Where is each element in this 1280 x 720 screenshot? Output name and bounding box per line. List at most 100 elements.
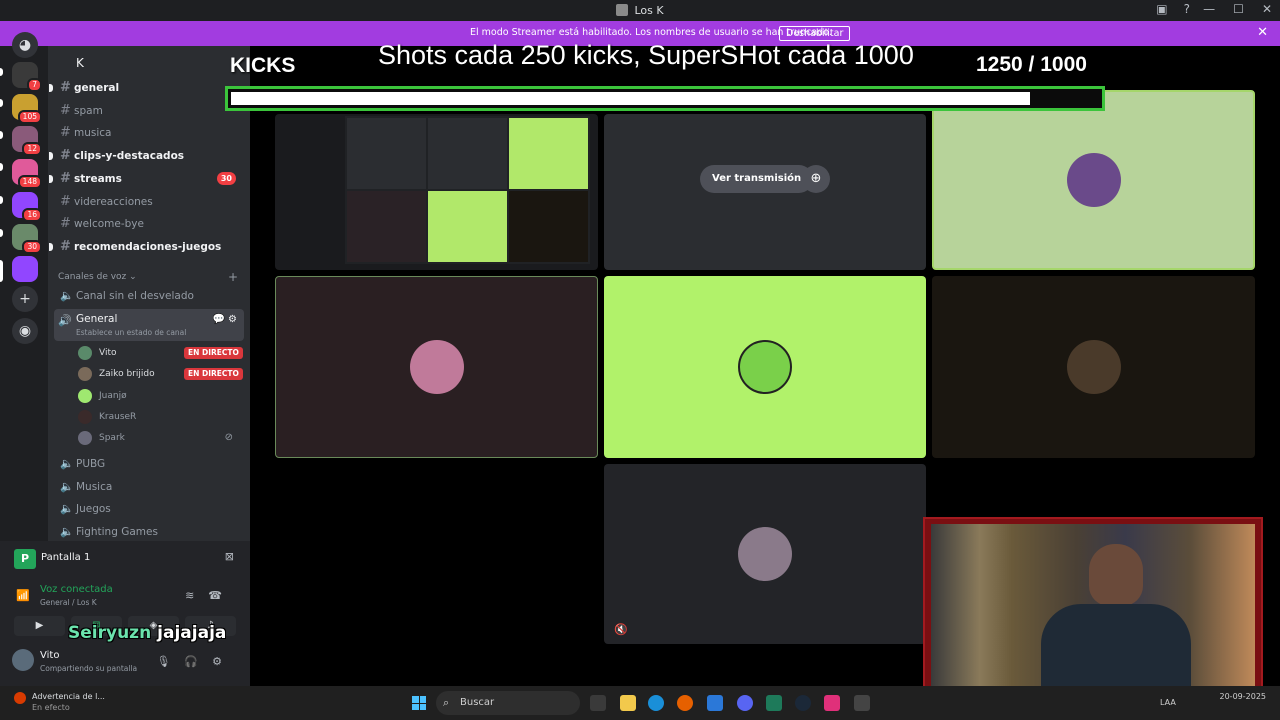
disconnect-icon[interactable]: ☎ bbox=[208, 589, 236, 602]
inbox-icon[interactable]: ▣ bbox=[1156, 2, 1167, 16]
kicks-progress-bar bbox=[225, 86, 1105, 111]
overlay-word-1: Seiryuzn bbox=[68, 623, 152, 643]
participant-tile-5[interactable]: 🔇 bbox=[604, 464, 926, 644]
unread-indicator bbox=[49, 84, 53, 92]
voice-channel-first[interactable]: 🔈 Canal sin el desvelado bbox=[54, 285, 244, 307]
hash-icon: # bbox=[60, 102, 71, 118]
member-name: Zaiko brijido bbox=[99, 369, 155, 380]
voice-status[interactable]: Voz conectada bbox=[40, 584, 113, 595]
voice-channel-musica[interactable]: 🔈 Musica bbox=[54, 476, 244, 498]
warning-notification[interactable]: Advertencia de l... En efecto bbox=[14, 692, 105, 712]
task-view-icon[interactable] bbox=[590, 695, 606, 711]
streamer-hoodie bbox=[1041, 604, 1191, 699]
channel-musica[interactable]: # musica bbox=[54, 122, 244, 143]
speaker-icon: 🔈 bbox=[60, 457, 74, 470]
settings-gear-icon[interactable]: ⚙ bbox=[212, 655, 236, 668]
live-badge[interactable]: EN DIRECTO bbox=[184, 347, 243, 359]
channel-welcome-bye[interactable]: # welcome-bye bbox=[54, 213, 244, 234]
voice-member[interactable]: Vito EN DIRECTO bbox=[78, 343, 243, 363]
channel-streams[interactable]: # streams 30 bbox=[49, 168, 244, 189]
close-banner-icon[interactable]: ✕ bbox=[1257, 25, 1268, 40]
channel-actions[interactable]: 💬⚙ bbox=[213, 314, 240, 325]
avatar bbox=[1066, 153, 1121, 207]
voice-category[interactable]: Canales de voz ⌄ + bbox=[58, 270, 238, 284]
channel-label: recomendaciones-juegos bbox=[74, 240, 222, 253]
close-button[interactable]: ✕ bbox=[1262, 2, 1272, 16]
firefox-icon[interactable] bbox=[677, 695, 693, 711]
banner-title: Shots cada 250 kicks, SuperSHot cada 100… bbox=[378, 40, 914, 70]
microphone-icon[interactable]: 🎙 bbox=[156, 655, 184, 668]
voice-member[interactable]: Spark ⊘ bbox=[78, 428, 243, 448]
obs-icon[interactable] bbox=[824, 695, 840, 711]
clock[interactable]: 20-09-2025 bbox=[1220, 692, 1267, 701]
windows-start-icon[interactable] bbox=[412, 696, 426, 710]
los-k-server-icon[interactable] bbox=[12, 256, 38, 282]
participant-tile-3[interactable] bbox=[604, 276, 926, 458]
speaker-icon: 🔈 bbox=[60, 289, 74, 302]
discord-icon[interactable] bbox=[737, 695, 753, 711]
hash-icon: # bbox=[60, 193, 71, 209]
channel-clips-y-destacados[interactable]: # clips-y-destacados bbox=[49, 145, 244, 166]
server-icon-1[interactable]: 7 bbox=[12, 62, 42, 92]
app-icon[interactable] bbox=[766, 695, 782, 711]
help-icon[interactable]: ? bbox=[1184, 2, 1190, 16]
participant-tile-1[interactable] bbox=[932, 90, 1255, 270]
channel-videreacciones[interactable]: # videreacciones bbox=[54, 191, 244, 212]
channel-label: musica bbox=[74, 127, 112, 140]
add-server-icon[interactable]: + bbox=[12, 286, 38, 312]
voice-channel-general[interactable]: 🔊 General Establece un estado de canal 💬… bbox=[54, 309, 244, 341]
noise-suppression-icon[interactable]: ≋ bbox=[185, 589, 208, 602]
channel-label: spam bbox=[74, 104, 103, 117]
user-controls: 🎙🎧⚙ bbox=[156, 655, 236, 668]
app-icon[interactable] bbox=[854, 695, 870, 711]
server-icon-2[interactable]: 105 bbox=[12, 94, 42, 124]
stop-share-icon[interactable]: ⊠ bbox=[225, 550, 234, 563]
twitch-server-icon[interactable]: 16 bbox=[12, 192, 42, 222]
server-icon-4[interactable]: 148 bbox=[12, 159, 42, 189]
stream-preview-tile[interactable]: Ver transmisión ⊕ bbox=[604, 114, 926, 270]
screenshare-tile[interactable] bbox=[275, 114, 598, 270]
voice-member[interactable]: Juanjø bbox=[78, 386, 243, 406]
voice-channel-juegos[interactable]: 🔈 Juegos bbox=[54, 498, 244, 520]
muted-icon: 🔇 bbox=[614, 623, 628, 636]
channel-spam[interactable]: # spam bbox=[54, 100, 244, 121]
voice-channel-label: Canal sin el desvelado bbox=[76, 290, 194, 302]
maximize-button[interactable]: ☐ bbox=[1233, 2, 1244, 16]
voice-channel-fighting-games[interactable]: 🔈 Fighting Games bbox=[54, 521, 244, 541]
language-indicator[interactable]: LAA bbox=[1160, 698, 1176, 707]
server-icon-6[interactable]: 30 bbox=[12, 224, 42, 254]
add-channel-icon[interactable]: + bbox=[228, 270, 238, 284]
voice-channel-pubg[interactable]: 🔈 PUBG bbox=[54, 453, 244, 475]
steam-icon[interactable] bbox=[795, 695, 811, 711]
disable-streamer-button[interactable]: Deshabilitar bbox=[779, 26, 851, 41]
participant-tile-2[interactable] bbox=[275, 276, 598, 458]
user-name: Vito bbox=[40, 650, 60, 661]
thumb-tile bbox=[509, 191, 588, 262]
discover-icon[interactable]: ◉ bbox=[12, 318, 38, 344]
kicks-count: 1250 / 1000 bbox=[976, 53, 1087, 76]
voice-member[interactable]: Zaiko brijido EN DIRECTO bbox=[78, 364, 243, 384]
server-logo-icon bbox=[616, 4, 629, 16]
zoom-icon[interactable]: ⊕ bbox=[802, 165, 830, 193]
hash-icon: # bbox=[60, 80, 71, 95]
minimize-button[interactable]: — bbox=[1203, 2, 1215, 16]
channel-recomendaciones-juegos[interactable]: # recomendaciones-juegos bbox=[49, 236, 244, 257]
participant-tile-4[interactable] bbox=[932, 276, 1255, 458]
headphones-icon[interactable]: 🎧 bbox=[184, 655, 212, 668]
watch-stream-button[interactable]: Ver transmisión bbox=[700, 165, 814, 193]
edge-icon[interactable] bbox=[648, 695, 664, 711]
guild-name[interactable]: K bbox=[76, 56, 84, 70]
channel-general[interactable]: # general bbox=[49, 77, 244, 98]
server-icon-3[interactable]: 12 bbox=[12, 126, 42, 156]
speaker-icon: 🔈 bbox=[60, 525, 74, 539]
screen-icon: P bbox=[14, 549, 36, 569]
avatar bbox=[78, 409, 92, 424]
camera-button[interactable]: ▶ bbox=[14, 616, 65, 636]
channel-status-text[interactable]: Establece un estado de canal bbox=[76, 328, 186, 337]
taskbar-search[interactable]: ⌕ Buscar bbox=[436, 691, 580, 715]
file-explorer-icon[interactable] bbox=[620, 695, 636, 711]
discord-home-icon[interactable]: ◕ bbox=[12, 32, 38, 58]
store-icon[interactable] bbox=[707, 695, 723, 711]
live-badge[interactable]: EN DIRECTO bbox=[184, 368, 243, 381]
voice-member[interactable]: KrauseR bbox=[78, 407, 243, 427]
